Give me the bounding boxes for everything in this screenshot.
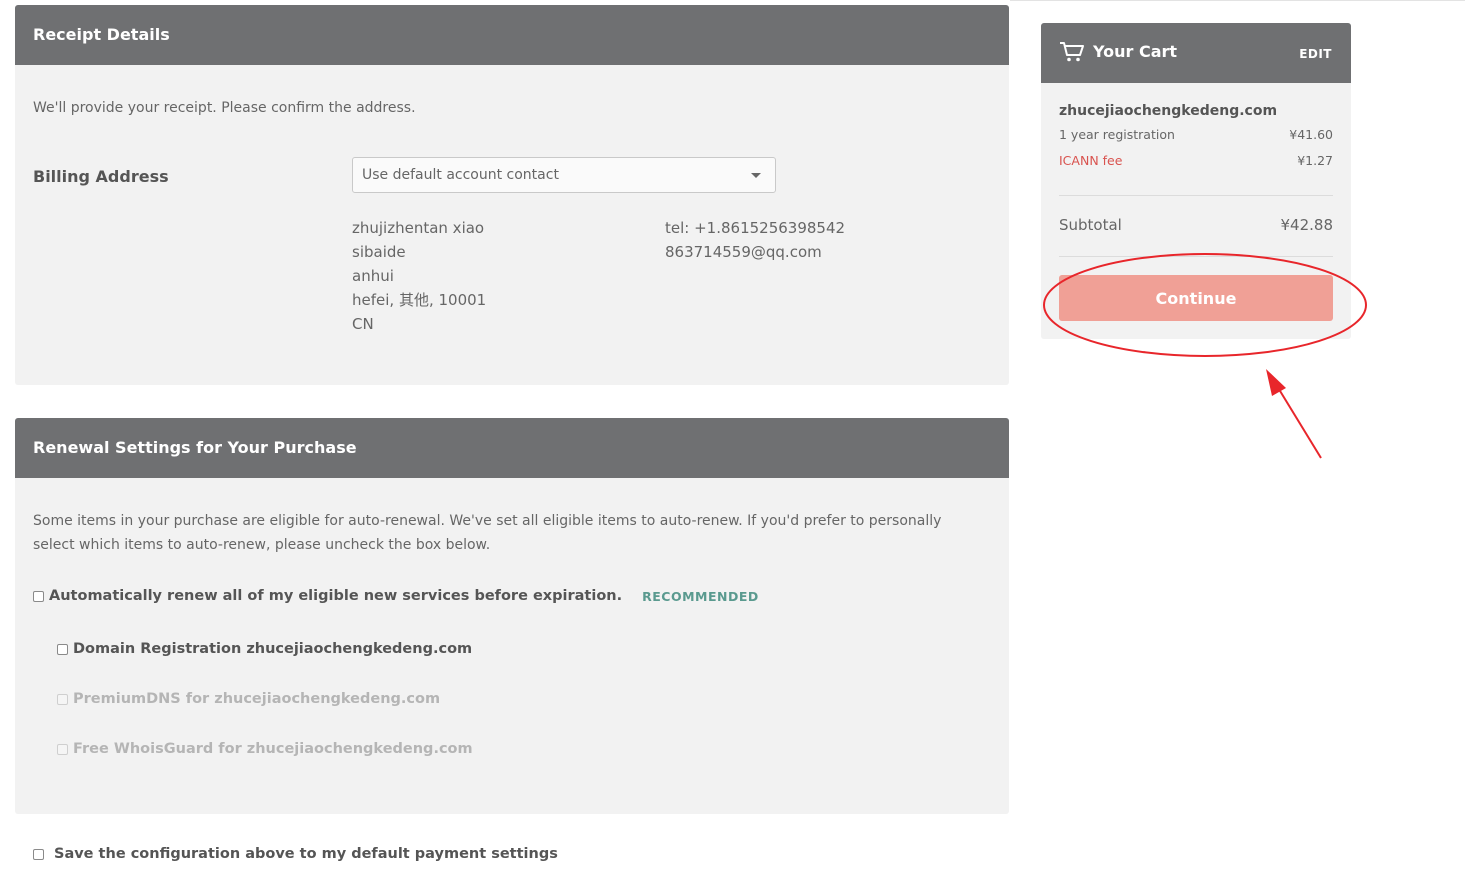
cart-divider xyxy=(1059,195,1333,196)
renew-domain-checkbox[interactable] xyxy=(57,643,68,655)
renew-premiumdns-label: PremiumDNS for zhucejiaochengkedeng.com xyxy=(73,691,441,707)
contact-block: tel: +1.8615256398542 863714559@qq.com xyxy=(665,216,845,264)
billing-address-select[interactable]: Use default account contact xyxy=(352,157,776,193)
save-config-checkbox[interactable] xyxy=(33,848,44,860)
subtotal-label: Subtotal xyxy=(1059,216,1122,234)
receipt-details-title: Receipt Details xyxy=(15,5,1009,65)
registration-label: 1 year registration xyxy=(1059,127,1175,142)
top-border xyxy=(1010,0,1465,4)
billing-address-label: Billing Address xyxy=(33,167,169,186)
contact-tel: tel: +1.8615256398542 xyxy=(665,219,846,237)
contact-email: 863714559@qq.com xyxy=(665,243,822,261)
chevron-down-icon xyxy=(751,173,761,178)
cart-header: Your Cart EDIT xyxy=(1041,23,1351,83)
save-config-row[interactable]: Save the configuration above to my defau… xyxy=(33,846,558,862)
cart-registration-line: 1 year registration ¥41.60 xyxy=(1059,127,1333,142)
renew-whoisguard-checkbox xyxy=(57,743,68,755)
renew-item-whoisguard-row: Free WhoisGuard for zhucejiaochengkedeng… xyxy=(57,741,473,757)
renew-item-domain-row[interactable]: Domain Registration zhucejiaochengkedeng… xyxy=(57,641,472,657)
renewal-intro-line-2: select which items to auto-renew, please… xyxy=(33,537,491,553)
cart-edit-link[interactable]: EDIT xyxy=(1299,47,1332,61)
icann-price: ¥1.27 xyxy=(1297,153,1333,168)
annotation-arrow-icon xyxy=(1266,369,1322,459)
cart-title: Your Cart xyxy=(1093,42,1178,61)
renewal-intro-line-1: Some items in your purchase are eligible… xyxy=(33,513,942,529)
renewal-intro: Some items in your purchase are eligible… xyxy=(33,509,941,557)
cart-domain: zhucejiaochengkedeng.com xyxy=(1059,103,1278,119)
recommended-badge: RECOMMENDED xyxy=(642,588,759,604)
auto-renew-all-checkbox[interactable] xyxy=(33,590,44,602)
address-block: zhujizhentan xiao sibaide anhui hefei, 其… xyxy=(352,216,486,336)
cart-panel: Your Cart EDIT zhucejiaochengkedeng.com … xyxy=(1041,23,1351,339)
renewal-settings-panel: Renewal Settings for Your Purchase Some … xyxy=(15,418,1009,814)
continue-button[interactable]: Continue xyxy=(1059,275,1333,321)
cart-icann-line: ICANN fee ¥1.27 xyxy=(1059,153,1333,168)
address-name: zhujizhentan xiao xyxy=(352,219,485,237)
renew-premiumdns-checkbox xyxy=(57,693,68,705)
renew-whoisguard-label: Free WhoisGuard for zhucejiaochengkedeng… xyxy=(73,741,473,757)
receipt-details-panel: Receipt Details We'll provide your recei… xyxy=(15,5,1009,385)
subtotal-value: ¥42.88 xyxy=(1280,216,1334,234)
address-country: CN xyxy=(352,315,374,333)
cart-icon xyxy=(1060,42,1084,62)
save-config-label: Save the configuration above to my defau… xyxy=(54,846,558,862)
icann-label: ICANN fee xyxy=(1059,153,1123,168)
address-state: anhui xyxy=(352,267,394,285)
cart-divider-2 xyxy=(1059,256,1333,257)
address-city: hefei, 其他, 10001 xyxy=(352,291,487,309)
cart-subtotal-line: Subtotal ¥42.88 xyxy=(1059,216,1333,234)
auto-renew-all-row[interactable]: Automatically renew all of my eligible n… xyxy=(33,588,759,604)
address-street: sibaide xyxy=(352,243,406,261)
renew-item-premiumdns-row: PremiumDNS for zhucejiaochengkedeng.com xyxy=(57,691,440,707)
renewal-settings-title: Renewal Settings for Your Purchase xyxy=(15,418,1009,478)
receipt-intro: We'll provide your receipt. Please confi… xyxy=(33,100,416,116)
billing-address-select-value: Use default account contact xyxy=(362,167,559,183)
registration-price: ¥41.60 xyxy=(1289,127,1333,142)
renew-domain-label: Domain Registration zhucejiaochengkedeng… xyxy=(73,641,473,657)
auto-renew-all-label: Automatically renew all of my eligible n… xyxy=(49,588,623,604)
